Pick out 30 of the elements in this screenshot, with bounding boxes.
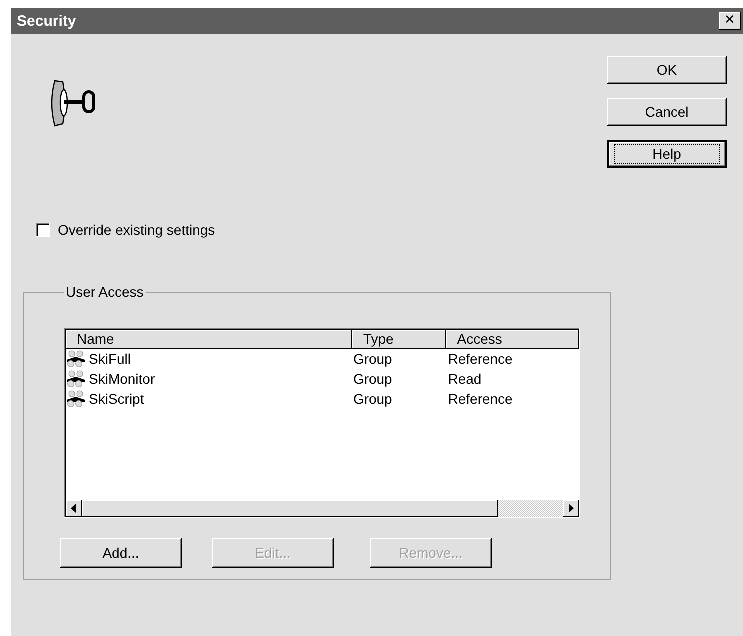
scroll-thumb[interactable] <box>82 500 498 517</box>
user-name[interactable]: SkiFull <box>89 351 132 367</box>
scroll-left-button[interactable] <box>66 500 82 517</box>
user-access: Read <box>448 371 482 387</box>
close-button[interactable]: ✕ <box>719 12 741 30</box>
user-access: Reference <box>448 391 513 407</box>
user-type: Group <box>353 351 392 367</box>
user-name[interactable]: SkiScript <box>89 391 144 407</box>
user-type: Group <box>353 371 392 387</box>
dialog-button[interactable]: Cancel <box>607 98 727 126</box>
user-type: Group <box>353 391 392 407</box>
checkbox[interactable] <box>36 223 50 237</box>
checkbox-label: Override existing settings <box>58 222 216 238</box>
dialog-button[interactable]: OK <box>607 56 727 84</box>
scroll-right-button[interactable] <box>563 500 579 517</box>
user-name[interactable]: SkiMonitor <box>89 371 156 387</box>
column-header[interactable]: Name <box>66 330 352 349</box>
left-arrow-icon <box>71 504 77 513</box>
group-title: User Access <box>65 284 145 300</box>
user-group-icon <box>66 390 88 408</box>
user-access: Reference <box>448 351 513 367</box>
horizontal-scrollbar[interactable] <box>66 500 579 517</box>
window-title: Security <box>17 12 76 30</box>
column-header[interactable]: Access <box>446 330 579 349</box>
dialog-button[interactable]: Help <box>607 140 727 168</box>
column-header[interactable]: Type <box>352 330 446 349</box>
user-group-icon <box>66 370 88 388</box>
user-group-icon <box>66 350 88 368</box>
right-arrow-icon <box>568 504 574 513</box>
list-action-button[interactable]: Add... <box>60 538 182 568</box>
